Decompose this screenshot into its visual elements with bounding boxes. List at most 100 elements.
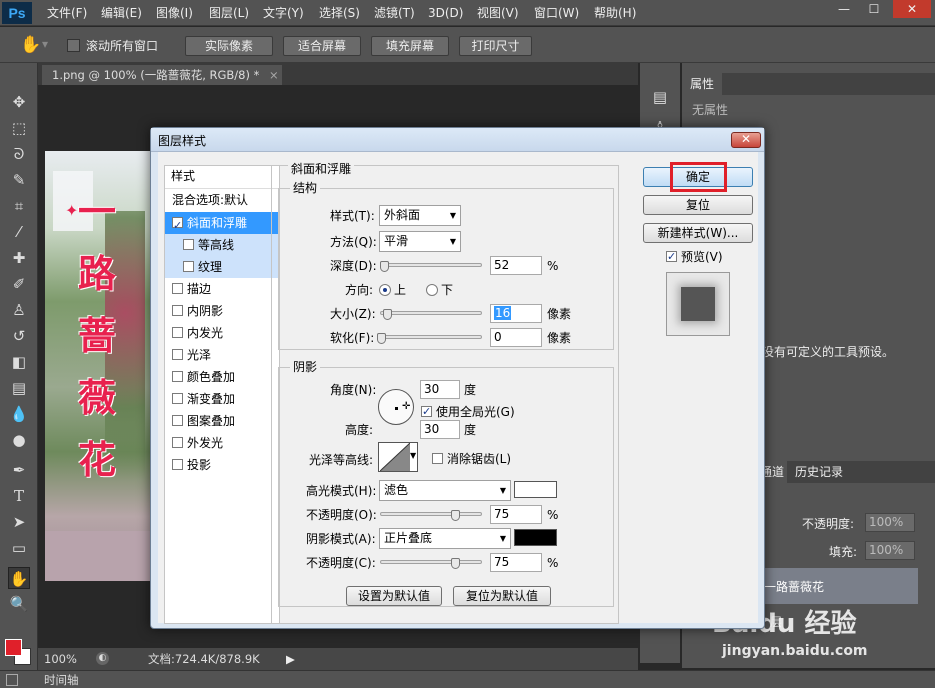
style-item-inner-shadow[interactable]: 内阴影 (165, 300, 278, 322)
history-brush-tool-icon[interactable]: ↺ (8, 325, 30, 347)
size-field[interactable]: 16 (490, 304, 542, 323)
menu-filter[interactable]: 滤镜(T) (374, 4, 415, 22)
shadow-opacity-field[interactable]: 75 (490, 553, 542, 572)
menu-select[interactable]: 选择(S) (319, 4, 360, 22)
style-item-contour[interactable]: 等高线 (165, 234, 278, 256)
style-item-pattern-overlay[interactable]: 图案叠加 (165, 410, 278, 432)
color-overlay-checkbox[interactable] (172, 371, 183, 382)
fill-screen-button[interactable]: 填充屏幕 (371, 36, 449, 56)
type-tool-icon[interactable]: T (8, 485, 30, 507)
clone-stamp-tool-icon[interactable]: ♙ (8, 299, 30, 321)
angle-field[interactable]: 30 (420, 380, 460, 399)
shadow-opacity-slider[interactable] (380, 560, 482, 564)
style-item-stroke[interactable]: 描边 (165, 278, 278, 300)
bevel-style-dropdown[interactable]: 外斜面 (379, 205, 461, 226)
direction-up-radio[interactable]: 上 (379, 282, 406, 298)
style-item-texture[interactable]: 纹理 (165, 256, 278, 278)
altitude-field[interactable]: 30 (420, 420, 460, 439)
status-info-icon[interactable]: ◐ (96, 652, 109, 665)
global-light-checkbox[interactable]: 使用全局光(G) (421, 404, 515, 420)
style-item-satin[interactable]: 光泽 (165, 344, 278, 366)
style-item-bevel-emboss[interactable]: 斜面和浮雕 (165, 212, 278, 237)
technique-dropdown[interactable]: 平滑 (379, 231, 461, 252)
angle-dial[interactable]: ✛ (378, 389, 414, 425)
history-panel-icon[interactable]: ▤ (650, 88, 670, 108)
menu-view[interactable]: 视图(V) (477, 4, 519, 22)
menu-help[interactable]: 帮助(H) (594, 4, 636, 22)
gloss-contour-picker[interactable]: ▼ (378, 442, 418, 472)
size-slider[interactable] (380, 311, 482, 315)
menu-image[interactable]: 图像(I) (156, 4, 193, 22)
style-item-color-overlay[interactable]: 颜色叠加 (165, 366, 278, 388)
highlight-opacity-slider[interactable] (380, 512, 482, 516)
highlight-color-swatch[interactable] (514, 481, 557, 498)
bevel-emboss-checkbox[interactable] (172, 215, 183, 237)
highlight-opacity-thumb[interactable] (450, 510, 460, 521)
document-tab[interactable]: 1.png @ 100% (一路蔷薇花, RGB/8) * × (42, 65, 282, 85)
eraser-tool-icon[interactable]: ◧ (8, 351, 30, 373)
marquee-tool-icon[interactable]: ⬚ (8, 117, 30, 139)
drop-shadow-checkbox[interactable] (172, 459, 183, 470)
style-item-drop-shadow[interactable]: 投影 (165, 454, 278, 476)
outer-glow-checkbox[interactable] (172, 437, 183, 448)
blend-options-item[interactable]: 混合选项:默认 (165, 188, 278, 210)
opacity-field[interactable]: 100% (865, 513, 915, 532)
layer-row[interactable]: 一路蔷薇花 (760, 568, 918, 604)
new-style-button[interactable]: 新建样式(W)... (643, 223, 753, 243)
maximize-button[interactable]: ☐ (862, 0, 886, 18)
close-tab-icon[interactable]: × (269, 68, 279, 82)
dialog-titlebar[interactable]: 图层样式 ✕ (151, 128, 764, 152)
soften-slider-thumb[interactable] (377, 333, 386, 344)
preview-checkbox[interactable]: 预览(V) (666, 249, 723, 265)
crop-tool-icon[interactable]: ⌗ (8, 195, 30, 217)
close-window-button[interactable]: ✕ (893, 0, 931, 18)
menu-type[interactable]: 文字(Y) (263, 4, 304, 22)
eyedropper-tool-icon[interactable]: ⁄ (8, 221, 30, 243)
menu-edit[interactable]: 编辑(E) (101, 4, 142, 22)
soften-field[interactable]: 0 (490, 328, 542, 347)
gradient-tool-icon[interactable]: ▤ (8, 377, 30, 399)
gradient-overlay-checkbox[interactable] (172, 393, 183, 404)
pen-tool-icon[interactable]: ✒ (8, 459, 30, 481)
brush-tool-icon[interactable]: ✐ (8, 273, 30, 295)
style-item-gradient-overlay[interactable]: 渐变叠加 (165, 388, 278, 410)
shadow-mode-dropdown[interactable]: 正片叠底 (379, 528, 511, 549)
make-default-button[interactable]: 设置为默认值 (346, 586, 442, 606)
zoom-level[interactable]: 100% (44, 648, 77, 670)
menu-layer[interactable]: 图层(L) (209, 4, 249, 22)
hand-tool-icon[interactable]: ✋ (8, 567, 30, 589)
fill-field[interactable]: 100% (865, 541, 915, 560)
size-slider-thumb[interactable] (382, 309, 392, 320)
reset-default-button[interactable]: 复位为默认值 (453, 586, 551, 606)
minimize-button[interactable]: — (832, 0, 856, 18)
zoom-tool-icon[interactable]: 🔍 (8, 593, 30, 615)
document-image[interactable]: 一 路 蔷 薇 花 ✦ (45, 151, 151, 581)
reset-button[interactable]: 复位 (643, 195, 753, 215)
direction-down-radio[interactable]: 下 (426, 282, 453, 298)
depth-slider[interactable] (380, 263, 482, 267)
blur-tool-icon[interactable]: 💧 (8, 403, 30, 425)
contour-checkbox[interactable] (183, 239, 194, 250)
soften-slider[interactable] (380, 335, 482, 339)
lasso-tool-icon[interactable]: ᘐ (8, 143, 30, 165)
panel-icon[interactable] (6, 674, 18, 686)
dropdown-arrow-icon[interactable]: ▾ (42, 37, 48, 51)
path-select-tool-icon[interactable]: ➤ (8, 511, 30, 533)
menu-3d[interactable]: 3D(D) (428, 4, 463, 22)
status-menu-arrow-icon[interactable]: ▶ (286, 648, 295, 670)
menu-window[interactable]: 窗口(W) (534, 4, 579, 22)
pattern-overlay-checkbox[interactable] (172, 415, 183, 426)
menu-file[interactable]: 文件(F) (47, 4, 87, 22)
depth-slider-thumb[interactable] (379, 261, 389, 272)
shadow-opacity-thumb[interactable] (450, 558, 460, 569)
foreground-color-swatch[interactable] (5, 639, 22, 656)
actual-pixels-button[interactable]: 实际像素 (185, 36, 273, 56)
print-size-button[interactable]: 打印尺寸 (459, 36, 532, 56)
satin-checkbox[interactable] (172, 349, 183, 360)
dodge-tool-icon[interactable]: ● (8, 429, 30, 451)
properties-tab[interactable]: 属性 (682, 73, 723, 95)
healing-tool-icon[interactable]: ✚ (8, 247, 30, 269)
highlight-mode-dropdown[interactable]: 滤色 (379, 480, 511, 501)
inner-shadow-checkbox[interactable] (172, 305, 183, 316)
scroll-all-checkbox[interactable] (67, 39, 80, 52)
